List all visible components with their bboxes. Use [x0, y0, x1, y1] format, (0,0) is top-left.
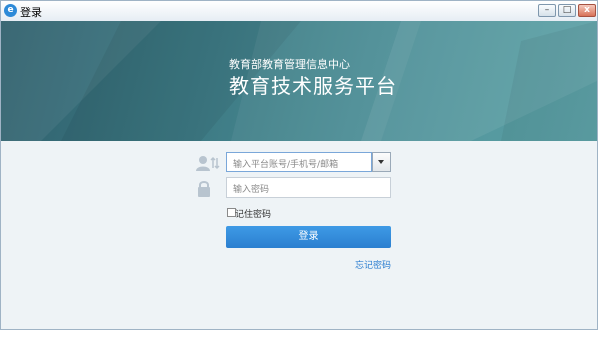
banner-title: 教育技术服务平台	[229, 74, 397, 98]
account-dropdown-button[interactable]	[372, 152, 391, 172]
forgot-password-link[interactable]: 忘记密码	[355, 258, 391, 271]
close-button[interactable]: x	[578, 4, 596, 17]
remember-password-label[interactable]: 记住密码	[235, 207, 271, 220]
title-bar[interactable]: e 登录 – □ x	[1, 1, 597, 22]
minimize-icon: –	[544, 5, 550, 15]
header-banner: 教育部教育管理信息中心 教育技术服务平台	[1, 21, 597, 141]
user-switch-icon	[196, 156, 220, 171]
login-window: e 登录 – □ x 教育部教育管理信息中心 教育技术服务平台 输入平台账号/手…	[0, 0, 598, 330]
login-button[interactable]: 登录	[226, 226, 391, 248]
maximize-button[interactable]: □	[558, 4, 576, 17]
maximize-icon: □	[562, 5, 572, 15]
chevron-down-icon	[378, 160, 384, 164]
window-title: 登录	[20, 6, 42, 19]
account-input[interactable]: 输入平台账号/手机号/邮箱	[226, 152, 372, 172]
lock-icon	[198, 181, 210, 197]
minimize-button[interactable]: –	[538, 4, 556, 17]
app-logo-icon: e	[4, 4, 17, 17]
password-input[interactable]: 输入密码	[226, 177, 391, 198]
close-icon: x	[584, 5, 590, 15]
